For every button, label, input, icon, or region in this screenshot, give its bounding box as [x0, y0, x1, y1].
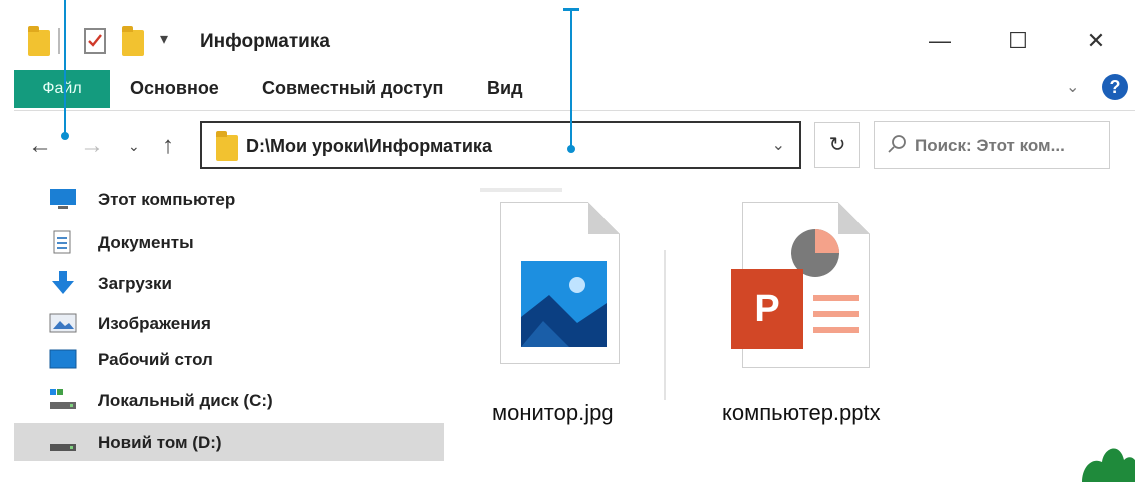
expand-ribbon-icon[interactable]: ⌄: [1066, 77, 1079, 97]
sidebar-item-label: Загрузки: [98, 274, 172, 293]
annotation-line: [64, 0, 66, 136]
sidebar-item-label: Локальный диск (C:): [98, 391, 273, 410]
back-button[interactable]: ←: [28, 132, 52, 160]
downloads-icon: [48, 271, 78, 294]
annotation-dot: [61, 132, 69, 140]
ribbon-tabs: Файл Основное Совместный доступ Вид ⌄ ?: [14, 68, 1135, 111]
file-item-jpg[interactable]: монитор.jpg: [492, 202, 670, 432]
folder-icon: [216, 131, 238, 161]
sidebar-item-this-pc[interactable]: Этот компьютер: [48, 181, 438, 217]
column-header-strip: [480, 188, 562, 192]
sidebar-item-label: Этот компьютер: [98, 190, 236, 209]
decorative-plant-icon: [1082, 448, 1135, 482]
help-button[interactable]: ?: [1102, 74, 1128, 100]
documents-icon: [48, 230, 78, 254]
refresh-button[interactable]: ↻: [814, 122, 860, 168]
chevron-down-icon[interactable]: ⌄: [772, 135, 785, 155]
folder-icon: [28, 26, 50, 56]
image-file-icon: [500, 202, 620, 364]
sidebar-item-label: Рабочий стол: [98, 350, 213, 369]
new-folder-icon[interactable]: [122, 26, 144, 56]
drive-icon: [48, 388, 78, 410]
sidebar-item-volume-d[interactable]: Новий том (D:): [14, 423, 444, 461]
search-placeholder: Поиск: Этот ком...: [915, 136, 1065, 155]
address-bar[interactable]: D:\Мои уроки\Информатика ⌄: [200, 121, 801, 169]
maximize-button[interactable]: ☐: [998, 26, 1038, 56]
computer-icon: [48, 187, 78, 209]
window-title: Информатика: [200, 31, 330, 52]
tab-home[interactable]: Основное: [130, 78, 219, 99]
search-icon: [887, 134, 907, 159]
tab-share[interactable]: Совместный доступ: [262, 78, 443, 99]
close-button[interactable]: ✕: [1076, 26, 1116, 56]
sidebar-item-label: Документы: [98, 233, 194, 252]
minimize-button[interactable]: —: [920, 26, 960, 56]
properties-icon[interactable]: [84, 28, 106, 54]
separator: [58, 28, 60, 54]
tab-file[interactable]: Файл: [14, 70, 110, 108]
powerpoint-file-icon: P: [731, 202, 870, 368]
sidebar-item-downloads[interactable]: Загрузки: [48, 265, 438, 301]
sidebar-item-local-disk-c[interactable]: Локальный диск (C:): [48, 382, 438, 418]
powerpoint-badge: P: [731, 269, 803, 349]
forward-button[interactable]: →: [80, 132, 104, 160]
search-input[interactable]: Поиск: Этот ком...: [874, 121, 1110, 169]
tab-view[interactable]: Вид: [487, 78, 523, 99]
address-path: D:\Мои уроки\Информатика: [246, 136, 492, 156]
explorer-window: ▾ Информатика — ☐ ✕ Файл Основное Совмес…: [14, 14, 1135, 471]
drive-icon: [48, 431, 78, 453]
file-name: компьютер.pptx: [722, 400, 881, 425]
annotation-line: [570, 10, 572, 148]
sidebar-item-documents[interactable]: Документы: [48, 224, 438, 260]
quick-access-dropdown-icon[interactable]: ▾: [160, 29, 168, 49]
sidebar-item-label: Изображения: [98, 314, 211, 333]
annotation-dot: [567, 145, 575, 153]
file-item-pptx[interactable]: P компьютер.pptx: [722, 202, 892, 432]
file-name: монитор.jpg: [492, 400, 614, 425]
recent-locations-icon[interactable]: ⌄: [128, 138, 140, 155]
desktop-icon: [48, 347, 78, 369]
sidebar-item-label: Новий том (D:): [98, 433, 222, 452]
title-bar: ▾ Информатика — ☐ ✕: [14, 14, 1135, 68]
pictures-icon: [48, 311, 78, 333]
sidebar-item-pictures[interactable]: Изображения: [48, 305, 438, 341]
sidebar-item-desktop[interactable]: Рабочий стол: [48, 341, 438, 377]
up-button[interactable]: ↑: [162, 132, 174, 160]
annotation-cap: [563, 8, 579, 11]
